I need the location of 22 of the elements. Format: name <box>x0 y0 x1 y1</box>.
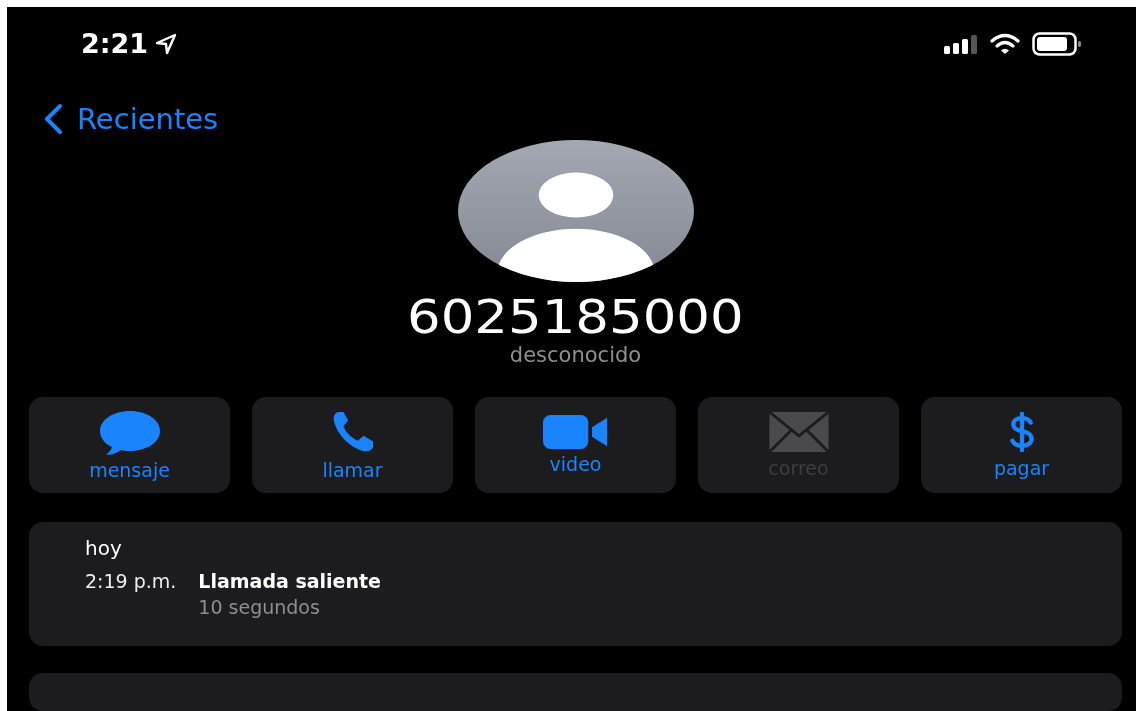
message-button[interactable]: mensaje <box>29 397 230 493</box>
call-time: 2:19 p.m. <box>85 570 177 594</box>
wifi-icon <box>990 32 1020 55</box>
history-day: hoy <box>85 536 1066 560</box>
envelope-icon <box>767 411 830 453</box>
status-time: 2:21 <box>81 28 149 60</box>
speech-bubble-icon <box>97 409 162 455</box>
call-duration: 10 segundos <box>198 596 321 618</box>
pay-button[interactable]: pagar <box>921 397 1122 493</box>
video-button[interactable]: video <box>475 397 676 493</box>
video-camera-icon <box>542 415 609 449</box>
chevron-left-icon <box>43 103 63 136</box>
battery-icon <box>1032 31 1082 56</box>
call-type: Llamada saliente <box>198 570 381 592</box>
dollar-sign-icon <box>1008 411 1035 453</box>
phone-number: 6025185000 <box>407 292 744 343</box>
back-button[interactable]: Recientes <box>43 102 219 137</box>
avatar-silhouette-icon <box>457 140 694 283</box>
call-button[interactable]: llamar <box>252 397 453 493</box>
contact-label: desconocido <box>509 343 642 367</box>
location-arrow-icon <box>154 31 179 56</box>
signal-icon <box>944 33 978 54</box>
